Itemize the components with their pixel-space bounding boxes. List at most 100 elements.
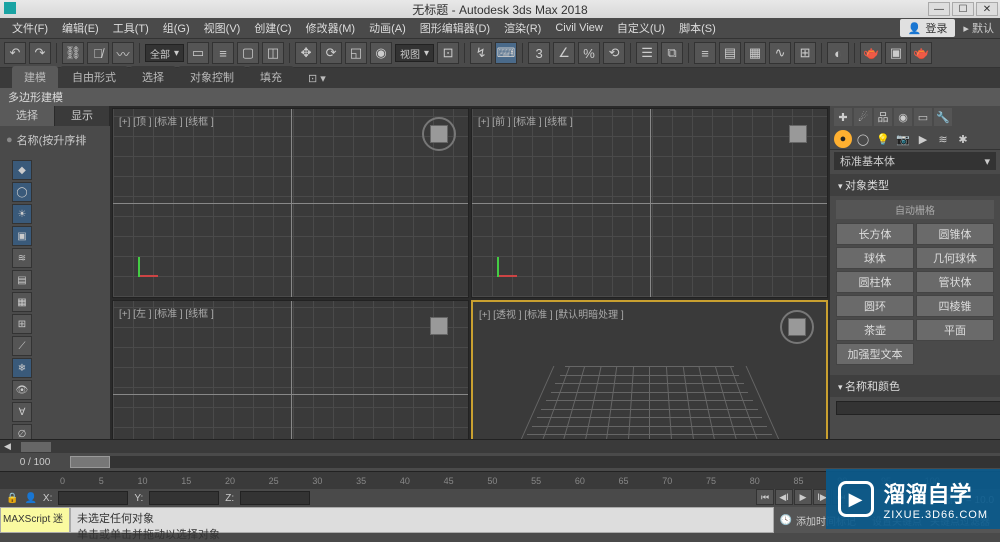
scene-tab-display[interactable]: 显示 [55,106,110,126]
viewcube-front[interactable] [781,117,815,151]
toggle-ribbon-button[interactable]: ▦ [744,42,766,64]
menu-graph-editors[interactable]: 图形编辑器(D) [414,18,496,38]
menu-animation[interactable]: 动画(A) [363,18,412,38]
btn-box[interactable]: 长方体 [836,223,914,245]
object-name-input[interactable] [836,401,1000,415]
menu-views[interactable]: 视图(V) [198,18,247,38]
maxscript-listener[interactable]: MAXScript 迷 [0,507,70,533]
material-editor-button[interactable]: ◐ [827,42,849,64]
play-button[interactable]: ▶ [794,489,812,505]
select-place-button[interactable]: ◉ [370,42,392,64]
select-region-rect-button[interactable]: ▢ [237,42,259,64]
render-setup-button[interactable]: 🫖 [860,42,882,64]
select-move-button[interactable]: ✥ [295,42,317,64]
create-lights-icon[interactable]: 💡 [874,130,892,148]
ref-coord-dropdown[interactable]: 视图▾ [395,44,434,62]
menu-tools[interactable]: 工具(T) [107,18,155,38]
menu-customize[interactable]: 自定义(U) [611,18,671,38]
lock-icon[interactable]: 🔒 [6,493,18,504]
ribbon-overflow-icon[interactable]: ⊡ ▾ [296,69,338,88]
scene-tab-select[interactable]: 选择 [0,106,55,126]
btn-textplus[interactable]: 加强型文本 [836,343,914,365]
menu-modifiers[interactable]: 修改器(M) [300,18,362,38]
menu-scripting[interactable]: 脚本(S) [673,18,722,38]
create-shapes-icon[interactable]: ◯ [854,130,872,148]
align-button[interactable]: ≡ [694,42,716,64]
section-name-color[interactable]: 名称和颜色 [830,375,1000,397]
cmd-modify-icon[interactable]: ☄ [854,108,872,126]
cmd-utilities-icon[interactable]: 🔧 [934,108,952,126]
prev-frame-button[interactable]: ◀Ⅰ [775,489,793,505]
menu-group[interactable]: 组(G) [157,18,196,38]
se-icon-lights[interactable]: ☀ [12,204,32,224]
se-icon-bone[interactable]: ⟋ [12,336,32,356]
cmd-display-icon[interactable]: ▭ [914,108,932,126]
time-slider-thumb[interactable] [70,456,110,468]
window-crossing-button[interactable]: ◫ [262,42,284,64]
se-icon-spacewarps[interactable]: ▤ [12,270,32,290]
ribbon-tab-modeling[interactable]: 建模 [12,66,58,88]
section-object-type[interactable]: 对象类型 [830,174,1000,196]
viewport-top[interactable]: [+] [顶 ] [标准 ] [线框 ] [112,108,469,298]
named-selection-button[interactable]: ☰ [636,42,658,64]
menu-rendering[interactable]: 渲染(R) [498,18,547,38]
select-by-name-button[interactable]: ≡ [212,42,234,64]
scene-sort-label[interactable]: 名称(按升序排 [0,126,110,154]
render-frame-button[interactable]: ▣ [885,42,907,64]
time-slider[interactable] [70,456,1000,468]
btn-sphere[interactable]: 球体 [836,247,914,269]
cmd-create-icon[interactable]: ✚ [834,108,852,126]
btn-plane[interactable]: 平面 [916,319,994,341]
se-icon-shapes[interactable]: ◯ [12,182,32,202]
create-geometry-icon[interactable]: ● [834,130,852,148]
se-icon-hidden[interactable]: 👁 [12,380,32,400]
select-object-button[interactable]: ▭ [187,42,209,64]
coord-z-input[interactable] [240,491,310,505]
ribbon-tab-selection[interactable]: 选择 [130,66,176,88]
viewcube-top[interactable] [422,117,456,151]
schematic-view-button[interactable]: ⊞ [794,42,816,64]
add-time-tag-icon[interactable]: 🕓 [780,515,792,526]
angle-snap-button[interactable]: ∠ [553,42,575,64]
create-systems-icon[interactable]: ✱ [954,130,972,148]
percent-snap-button[interactable]: % [578,42,600,64]
btn-pyramid[interactable]: 四棱锥 [916,295,994,317]
coord-y-input[interactable] [149,491,219,505]
btn-cone[interactable]: 圆锥体 [916,223,994,245]
btn-cylinder[interactable]: 圆柱体 [836,271,914,293]
se-icon-groups[interactable]: ▦ [12,292,32,312]
se-icon-cameras[interactable]: ▣ [12,226,32,246]
select-manipulate-button[interactable]: ↯ [470,42,492,64]
curve-editor-button[interactable]: ∿ [769,42,791,64]
layer-explorer-button[interactable]: ▤ [719,42,741,64]
viewport-front[interactable]: [+] [前 ] [标准 ] [线框 ] [471,108,828,298]
btn-teapot[interactable]: 茶壶 [836,319,914,341]
viewcube-left[interactable] [422,309,456,343]
bind-spacewarp-button[interactable]: 〰 [112,42,134,64]
coord-x-input[interactable] [58,491,128,505]
viewcube-persp[interactable] [780,310,814,344]
menu-civilview[interactable]: Civil View [549,20,608,36]
maximize-button[interactable]: ☐ [952,2,974,16]
create-cameras-icon[interactable]: 📷 [894,130,912,148]
cmd-hierarchy-icon[interactable]: 品 [874,108,892,126]
redo-button[interactable]: ↷ [29,42,51,64]
btn-torus[interactable]: 圆环 [836,295,914,317]
ribbon-tab-populate[interactable]: 填充 [248,66,294,88]
cmd-motion-icon[interactable]: ◉ [894,108,912,126]
create-helpers-icon[interactable]: ▶ [914,130,932,148]
minimize-button[interactable]: — [928,2,950,16]
se-icon-all[interactable]: ∀ [12,402,32,422]
viewport-persp-label[interactable]: [+] [透视 ] [标准 ] [默认明暗处理 ] [479,306,624,321]
menu-edit[interactable]: 编辑(E) [56,18,105,38]
close-button[interactable]: ✕ [976,2,998,16]
se-icon-xref[interactable]: ⊞ [12,314,32,334]
pivot-center-button[interactable]: ⊡ [437,42,459,64]
spinner-snap-button[interactable]: ⟲ [603,42,625,64]
selection-filter-dropdown[interactable]: 全部▾ [145,44,184,62]
unlink-button[interactable]: ⛓̸ [87,42,109,64]
create-spacewarps-icon[interactable]: ≋ [934,130,952,148]
isolate-icon[interactable]: 👤 [24,493,36,504]
select-rotate-button[interactable]: ⟳ [320,42,342,64]
link-button[interactable]: ⛓ [62,42,84,64]
